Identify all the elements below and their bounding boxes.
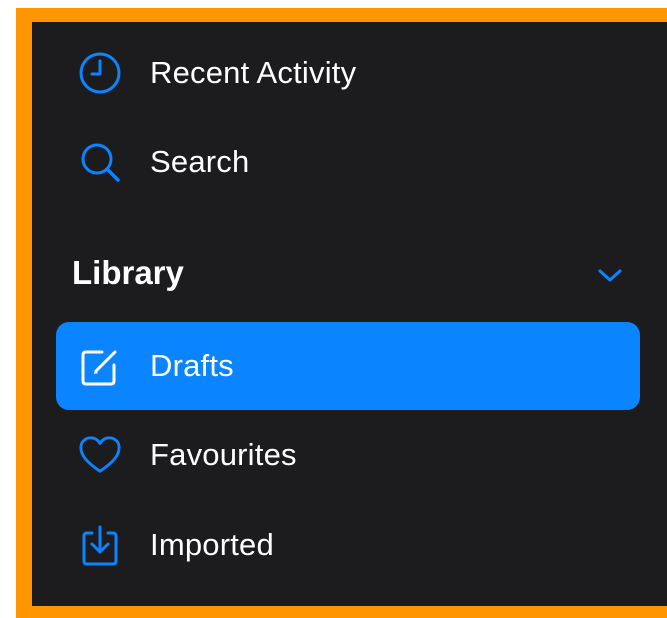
magnifier-icon: [78, 140, 122, 184]
sidebar-item-label: Drafts: [150, 348, 234, 383]
sidebar-item-drafts[interactable]: Drafts: [56, 322, 640, 410]
sidebar-item-label: Imported: [150, 527, 274, 562]
clock-icon: [78, 51, 122, 95]
sidebar-item-recent-activity[interactable]: Recent Activity: [56, 29, 640, 117]
heart-icon: [78, 433, 122, 477]
sidebar-item-label: Recent Activity: [150, 55, 357, 90]
chevron-down-icon[interactable]: [594, 260, 626, 292]
import-tray-icon: [78, 523, 122, 567]
compose-icon: [78, 344, 122, 388]
sidebar-item-search[interactable]: Search: [56, 118, 640, 206]
sidebar-item-label: Search: [150, 144, 250, 179]
library-section-header[interactable]: Library: [56, 232, 640, 320]
sidebar-item-imported[interactable]: Imported: [56, 501, 640, 589]
sidebar-item-label: Favourites: [150, 437, 297, 472]
sidebar-item-favourites[interactable]: Favourites: [56, 411, 640, 499]
section-title: Library: [72, 254, 184, 291]
